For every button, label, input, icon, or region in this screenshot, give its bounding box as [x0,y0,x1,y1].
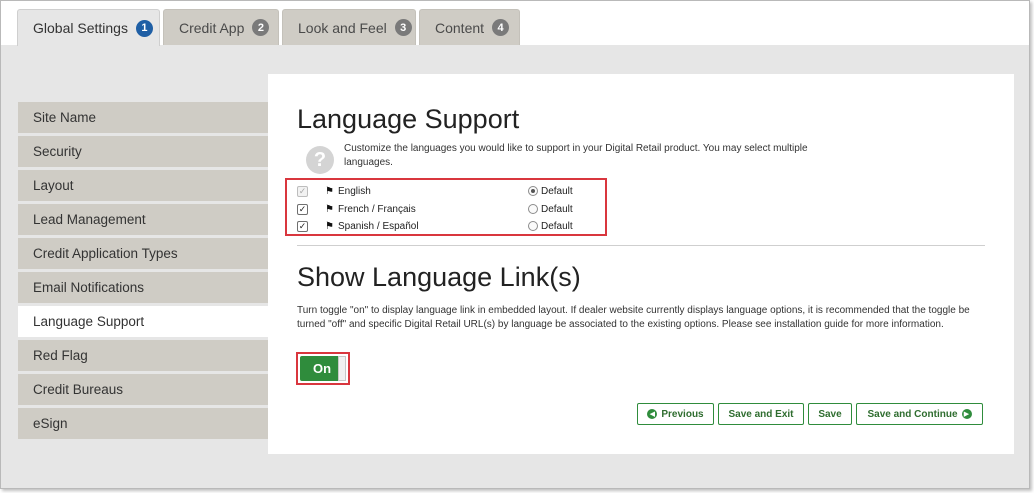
save-and-continue-label: Save and Continue [867,408,958,420]
french-default-radio[interactable] [527,204,538,214]
tab-label: Content [435,19,485,36]
sidebar-item-language-support[interactable]: Language Support [18,306,268,340]
arrow-right-circle-icon: ▶ [961,409,972,419]
sidebar-item-label: Language Support [33,314,145,329]
english-default-radio[interactable] [527,186,538,196]
sidebar-item-label: Site Name [33,110,97,125]
step-badge: 1 [135,19,153,37]
sidebar-item-esign[interactable]: eSign [18,408,268,442]
language-options-box: ✓ ⚑ English Default ✓ ⚑ French / Françai… [285,178,607,236]
step-badge: 4 [492,19,510,36]
tab-global-settings[interactable]: Global Settings 1 [17,9,160,46]
sidebar-item-label: Credit Application Types [33,246,178,261]
save-and-exit-label: Save and Exit [728,408,794,420]
sidebar-item-credit-application-types[interactable]: Credit Application Types [18,238,268,272]
sidebar-item-layout[interactable]: Layout [18,170,268,204]
tab-look-and-feel[interactable]: Look and Feel 3 [282,9,416,45]
tab-strip: Global Settings 1 Credit App 2 Look and … [1,1,1029,46]
sidebar-item-credit-bureaus[interactable]: Credit Bureaus [18,374,268,408]
default-label: Default [540,185,573,197]
arrow-left-circle-icon: ◀ [647,409,658,419]
tab-label: Credit App [179,19,245,36]
english-checkbox[interactable]: ✓ [297,185,308,197]
sidebar-item-label: Layout [33,178,74,193]
sidebar-item-label: Lead Management [33,212,146,227]
flag-icon: ⚑ [325,203,334,215]
toggle-knob[interactable] [338,356,346,381]
tab-label: Look and Feel [298,19,387,36]
default-label: Default [540,203,573,215]
save-button[interactable]: Save [808,403,852,425]
previous-label: Previous [661,408,704,420]
tab-content[interactable]: Content 4 [419,9,520,45]
settings-sidebar: Site Name Security Layout Lead Managemen… [18,102,268,442]
save-and-exit-button[interactable]: Save and Exit [718,403,804,425]
sidebar-item-email-notifications[interactable]: Email Notifications [18,272,268,306]
language-name: French / Français [337,203,416,215]
spanish-checkbox[interactable]: ✓ [297,220,308,232]
sidebar-item-red-flag[interactable]: Red Flag [18,340,268,374]
sidebar-item-label: eSign [33,416,68,431]
french-checkbox[interactable]: ✓ [297,203,308,215]
language-link-toggle-highlight: On [296,352,350,385]
sidebar-item-security[interactable]: Security [18,136,268,170]
save-and-continue-button[interactable]: Save and Continue ▶ [856,403,983,425]
step-badge: 2 [252,19,270,36]
question-mark-icon: ? [306,146,334,174]
language-link-title: Show Language Link(s) [297,262,581,292]
section-divider [297,245,985,246]
language-link-description: Turn toggle "on" to display language lin… [297,305,970,330]
tab-credit-app[interactable]: Credit App 2 [163,9,279,45]
previous-button[interactable]: ◀ Previous [637,403,714,425]
language-name: English [337,185,371,197]
sidebar-item-label: Security [33,144,82,159]
language-row-english: ✓ ⚑ English Default [297,184,597,198]
sidebar-item-label: Red Flag [33,348,88,363]
radio-selected-dot [530,189,535,193]
flag-icon: ⚑ [325,185,334,197]
sidebar-item-label: Credit Bureaus [33,382,124,397]
sidebar-item-lead-management[interactable]: Lead Management [18,204,268,238]
language-support-title: Language Support [297,104,520,134]
sidebar-item-label: Email Notifications [33,280,145,295]
spanish-default-radio[interactable] [527,221,538,231]
toggle-state-label: On [313,361,332,376]
language-support-description: Customize the languages you would like t… [344,143,808,168]
language-name: Spanish / Español [337,220,419,232]
default-label: Default [540,220,573,232]
sidebar-item-site-name[interactable]: Site Name [18,102,268,136]
flag-icon: ⚑ [325,220,334,232]
settings-content-panel: Language Support ? Customize the languag… [268,74,1014,454]
save-label: Save [818,408,842,420]
language-row-french: ✓ ⚑ French / Français Default [297,202,597,216]
language-row-spanish: ✓ ⚑ Spanish / Español Default [297,219,597,233]
step-badge: 3 [394,19,412,36]
tab-label: Global Settings [33,20,128,36]
settings-window: Global Settings 1 Credit App 2 Look and … [0,0,1030,489]
language-link-toggle[interactable]: On [300,356,346,381]
